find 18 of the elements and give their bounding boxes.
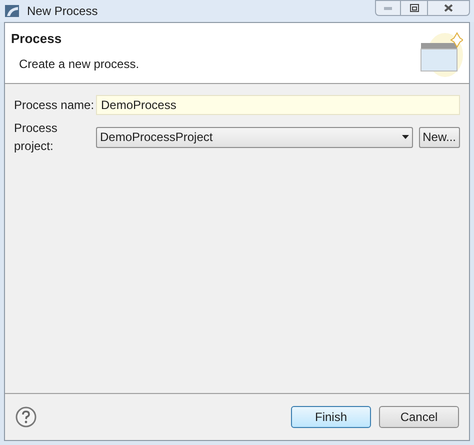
app-icon: [4, 3, 20, 19]
close-button[interactable]: [427, 0, 470, 16]
restore-icon: [410, 4, 418, 12]
close-icon: [444, 4, 453, 12]
dropdown-caret-icon: [402, 135, 409, 139]
process-project-dropdown[interactable]: DemoProcessProject: [96, 126, 413, 148]
process-project-label: Process project:: [14, 120, 58, 155]
finish-button[interactable]: Finish: [291, 406, 371, 428]
process-name-field[interactable]: DemoProcess: [96, 95, 460, 115]
page-description: Create a new process.: [19, 56, 140, 72]
minimize-icon: [384, 6, 392, 10]
process-name-label: Process name:: [14, 97, 96, 114]
page-title: Process: [11, 30, 63, 48]
maximize-button[interactable]: [401, 0, 427, 16]
cancel-button[interactable]: Cancel: [379, 406, 459, 428]
help-icon[interactable]: [15, 406, 37, 428]
window-title: New Process: [27, 3, 98, 20]
new-project-button[interactable]: New...: [418, 126, 460, 148]
